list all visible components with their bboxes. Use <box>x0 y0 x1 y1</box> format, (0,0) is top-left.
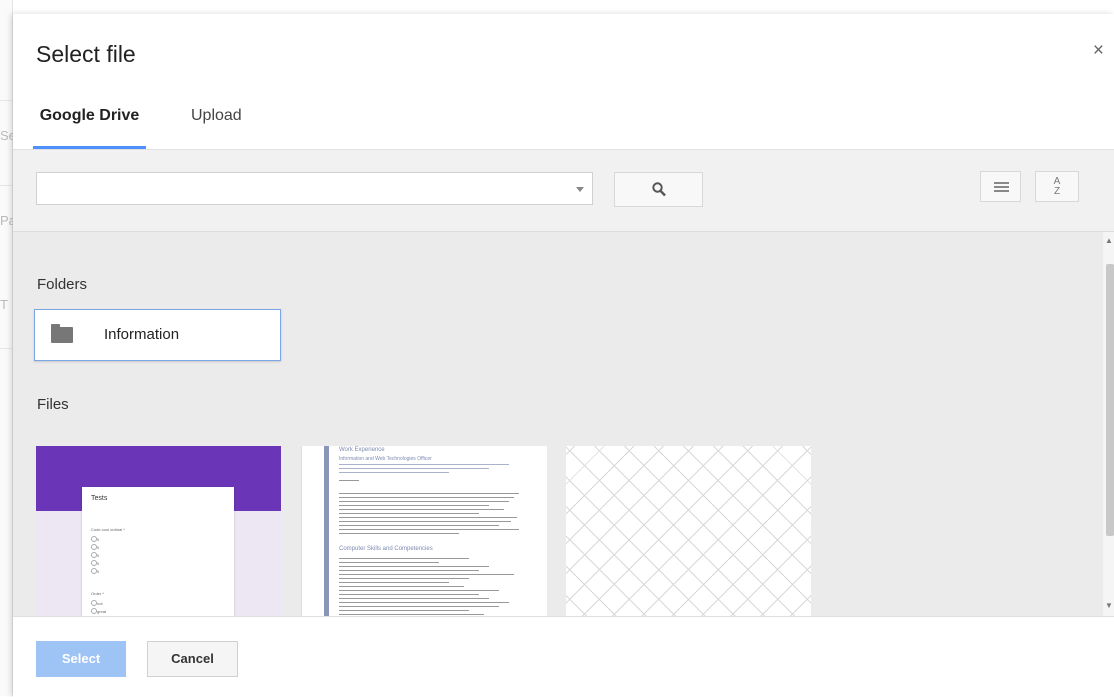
document-heading: Computer Skills and Competencies <box>339 546 433 552</box>
document-text-line <box>339 610 469 611</box>
tab-label: Google Drive <box>39 107 140 124</box>
radio-icon <box>91 560 97 566</box>
tab-bar: Google Drive Upload <box>13 106 1114 150</box>
active-tab-indicator <box>33 146 146 149</box>
search-combobox[interactable] <box>36 172 593 205</box>
document-text-line <box>339 590 499 591</box>
form-preview-line: not <box>97 601 103 606</box>
document-text-line <box>339 529 519 530</box>
background-page-edge: Se Pa T <box>0 0 16 696</box>
radio-icon <box>91 608 97 614</box>
document-sidebar-band <box>324 446 329 616</box>
file-picker-dialog: Select file × Google Drive Upload A Z Fo… <box>13 14 1114 697</box>
document-heading: Work Experience <box>339 447 385 453</box>
document-heading: Information and Web Technologies Officer <box>339 456 432 462</box>
form-preview-line: Code cool ordinal * <box>91 527 125 532</box>
document-text-line <box>339 582 449 583</box>
list-view-button[interactable] <box>980 171 1021 202</box>
document-text-line <box>339 505 489 506</box>
document-text-line <box>339 578 469 579</box>
sort-glyph-z: Z <box>1053 186 1061 197</box>
file-thumbnail-form[interactable]: Tests Code cool ordinal * 0 0 0 0 0 Orde… <box>36 446 281 616</box>
document-text-line <box>339 464 509 465</box>
file-thumbnail-document[interactable]: Work Experience Information and Web Tech… <box>301 446 547 616</box>
tab-google-drive[interactable]: Google Drive <box>33 106 146 149</box>
search-toolbar: A Z <box>13 150 1114 232</box>
document-text-line <box>339 497 514 498</box>
select-button[interactable]: Select <box>36 641 126 677</box>
tab-upload[interactable]: Upload <box>191 106 242 149</box>
files-heading: Files <box>37 396 69 413</box>
radio-icon <box>91 552 97 558</box>
search-button[interactable] <box>614 172 703 207</box>
document-text-line <box>339 525 499 526</box>
document-text-line <box>339 594 479 595</box>
search-icon <box>652 182 666 197</box>
list-view-icon <box>994 182 1009 193</box>
form-preview-card: Tests Code cool ordinal * 0 0 0 0 0 Orde… <box>82 487 234 616</box>
cancel-button[interactable]: Cancel <box>147 641 238 677</box>
scroll-down-icon[interactable]: ▼ <box>1105 601 1113 610</box>
search-input[interactable] <box>37 173 573 204</box>
document-text-line <box>339 501 509 502</box>
document-text-line <box>339 517 517 518</box>
folder-name: Information <box>104 326 180 343</box>
form-preview-line: 0 <box>97 569 100 574</box>
folder-item[interactable]: Information <box>34 309 281 361</box>
dialog-title: Select file <box>36 41 136 67</box>
folder-icon <box>51 324 73 343</box>
form-preview-line: 0 <box>97 553 100 558</box>
document-text-line <box>339 558 469 559</box>
radio-icon <box>91 568 97 574</box>
file-browser: Folders Information Files Tests Code coo… <box>13 232 1114 616</box>
form-preview-line: great <box>97 609 107 614</box>
document-text-line <box>339 614 484 615</box>
document-text-line <box>339 521 511 522</box>
radio-icon <box>91 544 97 550</box>
document-text-line <box>339 562 439 563</box>
scroll-up-icon[interactable]: ▲ <box>1105 236 1113 245</box>
document-text-line <box>339 606 499 607</box>
document-text-line <box>339 533 459 534</box>
form-preview-line: Order * <box>91 591 104 596</box>
form-preview-line: 0 <box>97 537 100 542</box>
radio-icon <box>91 600 97 606</box>
background-divider <box>0 185 12 186</box>
document-text-line <box>339 598 489 599</box>
scrollbar-thumb[interactable] <box>1106 264 1114 536</box>
background-text: T <box>0 297 8 312</box>
document-text-line <box>339 493 519 494</box>
form-preview-line: 0 <box>97 545 100 550</box>
chevron-down-icon[interactable] <box>576 187 584 192</box>
sort-button[interactable]: A Z <box>1035 171 1079 202</box>
sort-az-icon: A Z <box>1036 177 1078 197</box>
document-text-line <box>339 513 479 514</box>
folders-heading: Folders <box>37 276 88 293</box>
form-preview-title: Tests <box>91 495 108 502</box>
radio-icon <box>91 536 97 542</box>
document-text-line <box>339 586 464 587</box>
close-icon[interactable]: × <box>1093 40 1104 62</box>
dialog-footer: Select Cancel <box>13 616 1114 697</box>
file-thumbnail-blank[interactable] <box>566 446 811 616</box>
background-divider <box>0 100 12 101</box>
document-text-line <box>339 509 504 510</box>
document-text-line <box>339 472 449 473</box>
document-text-line <box>339 468 489 469</box>
document-text-line <box>339 566 489 567</box>
document-text-line <box>339 602 509 603</box>
document-text-line <box>339 570 479 571</box>
form-preview-line: 0 <box>97 561 100 566</box>
background-divider <box>0 348 12 349</box>
document-text-line <box>339 480 359 481</box>
document-text-line <box>339 574 514 575</box>
